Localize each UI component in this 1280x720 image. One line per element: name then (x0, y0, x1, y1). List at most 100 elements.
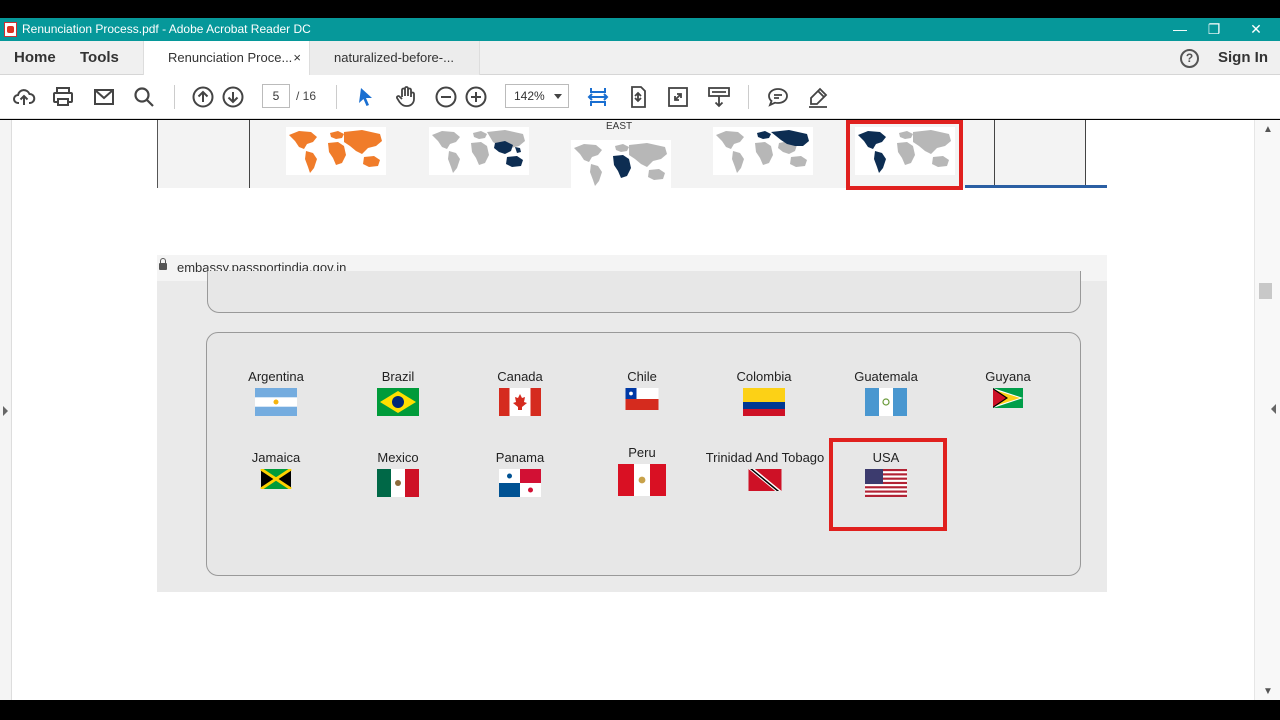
country-name: Panama (495, 450, 545, 465)
email-icon[interactable] (92, 85, 116, 109)
next-page-icon[interactable] (221, 85, 245, 109)
country-peru[interactable]: Peru (582, 444, 702, 496)
country-name: Peru (628, 445, 656, 460)
left-panel-toggle[interactable] (0, 120, 12, 700)
select-cursor-icon[interactable] (354, 85, 378, 109)
title-bar: Renunciation Process.pdf - Adobe Acrobat… (0, 18, 1280, 41)
brazil-flag-icon (377, 388, 419, 416)
close-window-button[interactable]: ✕ (1236, 18, 1276, 41)
country-name: Argentina (248, 369, 304, 384)
pdf-page: EAST embassy.passportindia.gov.in Argent… (157, 120, 1107, 592)
guatemala-flag-icon (865, 388, 907, 416)
country-mexico[interactable]: Mexico (338, 449, 458, 497)
americas-highlight-box (846, 120, 963, 190)
print-icon[interactable] (51, 85, 75, 109)
fit-width-icon[interactable] (586, 85, 610, 109)
screen-top-border (0, 0, 1280, 18)
help-icon[interactable]: ? (1180, 49, 1199, 68)
region-map-strip: EAST (157, 120, 1107, 190)
tab-label: naturalized-before-... (334, 50, 454, 65)
toolbar-divider (174, 85, 175, 109)
zoom-out-icon[interactable] (434, 85, 458, 109)
restore-button[interactable]: ❐ (1194, 18, 1234, 41)
country-name: Canada (497, 369, 543, 384)
scroll-up-icon[interactable]: ▲ (1263, 124, 1273, 135)
hand-tool-icon[interactable] (394, 85, 418, 109)
country-name: Colombia (736, 369, 792, 384)
country-name: Brazil (381, 369, 415, 384)
scroll-down-icon[interactable]: ▼ (1263, 686, 1273, 697)
comment-icon[interactable] (766, 85, 790, 109)
embassy-page-content: Argentina Brazil Canada Chile Colombia G… (157, 271, 1107, 592)
canada-flag-icon (499, 388, 541, 416)
highlight-pen-icon[interactable] (806, 85, 830, 109)
country-panel: Argentina Brazil Canada Chile Colombia G… (206, 332, 1081, 576)
toolbar-divider (336, 85, 337, 109)
toolbar-divider (748, 85, 749, 109)
tools-nav[interactable]: Tools (80, 41, 119, 75)
zoom-level-dropdown[interactable]: 142% (505, 84, 569, 108)
world-map-orange-icon (286, 127, 386, 175)
country-canada[interactable]: Canada (460, 368, 580, 416)
world-map-east-icon (571, 140, 671, 188)
country-name: Trinidad And Tobago (705, 450, 825, 465)
panama-flag-icon (499, 469, 541, 497)
screen-bottom-border (0, 700, 1280, 720)
argentina-flag-icon (255, 388, 297, 416)
full-screen-icon[interactable] (666, 85, 690, 109)
screen: Renunciation Process.pdf - Adobe Acrobat… (0, 0, 1280, 720)
zoom-in-icon[interactable] (464, 85, 488, 109)
scrollbar-thumb[interactable] (1259, 283, 1272, 299)
country-jamaica[interactable]: Jamaica (216, 449, 336, 489)
previous-page-icon[interactable] (191, 85, 215, 109)
page-number-input[interactable]: 5 (262, 84, 290, 108)
fit-page-icon[interactable] (626, 85, 650, 109)
country-argentina[interactable]: Argentina (216, 368, 336, 416)
world-map-asia-pacific-icon (429, 127, 529, 175)
chevron-left-icon[interactable] (1271, 404, 1276, 414)
country-chile[interactable]: Chile (582, 368, 702, 410)
sign-in-link[interactable]: Sign In (1218, 41, 1268, 75)
chevron-down-icon (554, 94, 562, 99)
country-name: Jamaica (251, 450, 301, 465)
tab-naturalized-before[interactable]: naturalized-before-... (310, 41, 480, 75)
map-divider (1085, 120, 1086, 188)
acrobat-app-icon (4, 22, 17, 37)
country-panama[interactable]: Panama (460, 449, 580, 497)
search-icon[interactable] (132, 85, 156, 109)
colombia-flag-icon (743, 388, 785, 416)
guyana-flag-icon (993, 388, 1023, 408)
country-trinidad-and-tobago[interactable]: Trinidad And Tobago (704, 449, 826, 491)
country-name: Guyana (985, 369, 1031, 384)
world-map-europe-icon (713, 127, 813, 175)
country-name: Chile (627, 369, 657, 384)
upload-cloud-icon[interactable] (12, 85, 36, 109)
country-name: Guatemala (854, 369, 918, 384)
window-title: Renunciation Process.pdf - Adobe Acrobat… (22, 22, 311, 36)
tab-label: Renunciation Proce... (168, 50, 293, 65)
tab-bar: Home Tools Renunciation Proce... × natur… (0, 41, 1280, 75)
country-guatemala[interactable]: Guatemala (826, 368, 946, 416)
trinidad-and-tobago-flag-icon (748, 469, 782, 491)
zoom-value: 142% (514, 89, 545, 103)
scrolling-mode-icon[interactable] (707, 85, 731, 109)
chile-flag-icon (625, 388, 659, 410)
map-divider (249, 120, 250, 188)
tab-renunciation-process[interactable]: Renunciation Proce... × (143, 41, 310, 75)
usa-highlight-box (829, 438, 947, 531)
map-divider (994, 120, 995, 188)
country-colombia[interactable]: Colombia (704, 368, 824, 416)
vertical-scrollbar[interactable]: ▲ ▼ (1254, 120, 1280, 700)
toolbar: 5 / 16 142% (0, 75, 1280, 119)
tab-close-icon[interactable]: × (293, 41, 301, 75)
peru-flag-icon (618, 464, 666, 496)
chevron-right-icon (3, 406, 8, 416)
page-total-label: / 16 (296, 89, 317, 103)
mexico-flag-icon (377, 469, 419, 497)
lock-icon (159, 258, 167, 270)
country-guyana[interactable]: Guyana (948, 368, 1068, 408)
country-brazil[interactable]: Brazil (338, 368, 458, 416)
home-nav[interactable]: Home (14, 41, 56, 75)
previous-panel (207, 271, 1081, 313)
jamaica-flag-icon (260, 469, 292, 489)
